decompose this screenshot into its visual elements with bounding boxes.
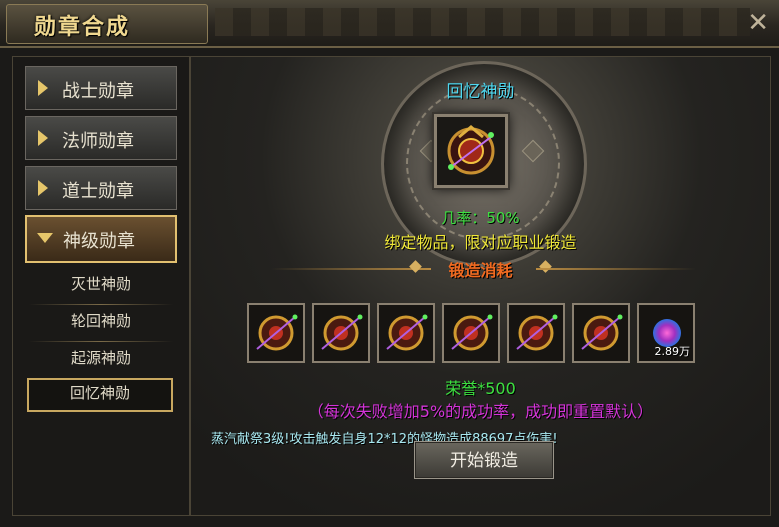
sub-item-qiyuan[interactable]: 起源神勋: [29, 343, 173, 379]
category-label: 战士勋章: [62, 81, 134, 102]
category-taoist[interactable]: 道士勋章: [25, 166, 177, 210]
arrow-down-icon: [37, 233, 53, 243]
sub-item-lunhui[interactable]: 轮回神勋: [29, 306, 173, 342]
arrow-right-icon: [38, 180, 48, 196]
medal-icon: [386, 314, 428, 351]
category-warrior[interactable]: 战士勋章: [25, 66, 177, 110]
arrow-right-icon: [38, 80, 48, 96]
cost-slot[interactable]: [442, 303, 500, 363]
bind-note: 绑定物品，限对应职业锻造: [384, 233, 577, 252]
category-mage[interactable]: 法师勋章: [25, 116, 177, 160]
title-ornament: [215, 8, 750, 36]
sub-item-label: 起源神勋: [70, 349, 131, 367]
start-forge-button[interactable]: 开始锻造: [414, 441, 554, 479]
fail-note: （每次失败增加5%的成功率，成功即重置默认）: [307, 402, 654, 421]
category-divine[interactable]: 神级勋章: [25, 215, 177, 263]
medal-icon: [447, 125, 495, 175]
sub-item-huiyi[interactable]: 回忆神勋: [27, 378, 173, 412]
honor-cost: 荣誉*500: [445, 379, 516, 398]
cost-slot[interactable]: [312, 303, 370, 363]
divider: [29, 341, 173, 342]
medal-icon: [581, 314, 623, 351]
close-icon[interactable]: ✕: [747, 8, 769, 38]
medal-icon: [321, 314, 363, 351]
medal-synthesis-window: 勋章合成 ✕ 战士勋章 法师勋章 道士勋章 神级勋章 灭世神勋 轮回神勋 起源神…: [0, 0, 779, 527]
item-quantity: 2.89万: [654, 345, 691, 358]
cost-slots: 2.89万: [247, 303, 707, 365]
sub-item-label: 轮回神勋: [70, 312, 131, 330]
cost-slot[interactable]: [572, 303, 630, 363]
medal-icon: [516, 314, 558, 351]
divider: [29, 304, 173, 305]
medal-icon: [256, 314, 298, 351]
forge-panel: 回忆神勋 几率：50% 绑定物品，限对应职业锻造 锻造消耗 2.89万 荣誉*5…: [190, 56, 771, 516]
window-title: 勋章合成: [34, 15, 131, 40]
divider: [536, 268, 696, 270]
sub-item-mieshi[interactable]: 灭世神勋: [29, 269, 173, 305]
sub-item-label: 回忆神勋: [69, 384, 130, 402]
cost-slot[interactable]: [247, 303, 305, 363]
target-medal-slot[interactable]: [434, 114, 508, 188]
target-medal-name: 回忆神勋: [446, 82, 515, 102]
sub-item-label: 灭世神勋: [70, 275, 131, 293]
cost-slot[interactable]: [507, 303, 565, 363]
cost-slot[interactable]: [377, 303, 435, 363]
success-rate: 几率：50%: [441, 209, 520, 227]
cost-slot-gem[interactable]: 2.89万: [637, 303, 695, 363]
category-panel: 战士勋章 法师勋章 道士勋章 神级勋章 灭世神勋 轮回神勋 起源神勋 回忆神勋: [12, 56, 190, 516]
category-label: 神级勋章: [63, 231, 135, 252]
arrow-right-icon: [38, 130, 48, 146]
category-label: 法师勋章: [62, 131, 134, 152]
category-label: 道士勋章: [62, 181, 134, 202]
title-bar: 勋章合成 ✕: [0, 0, 779, 48]
medal-icon: [451, 314, 493, 351]
